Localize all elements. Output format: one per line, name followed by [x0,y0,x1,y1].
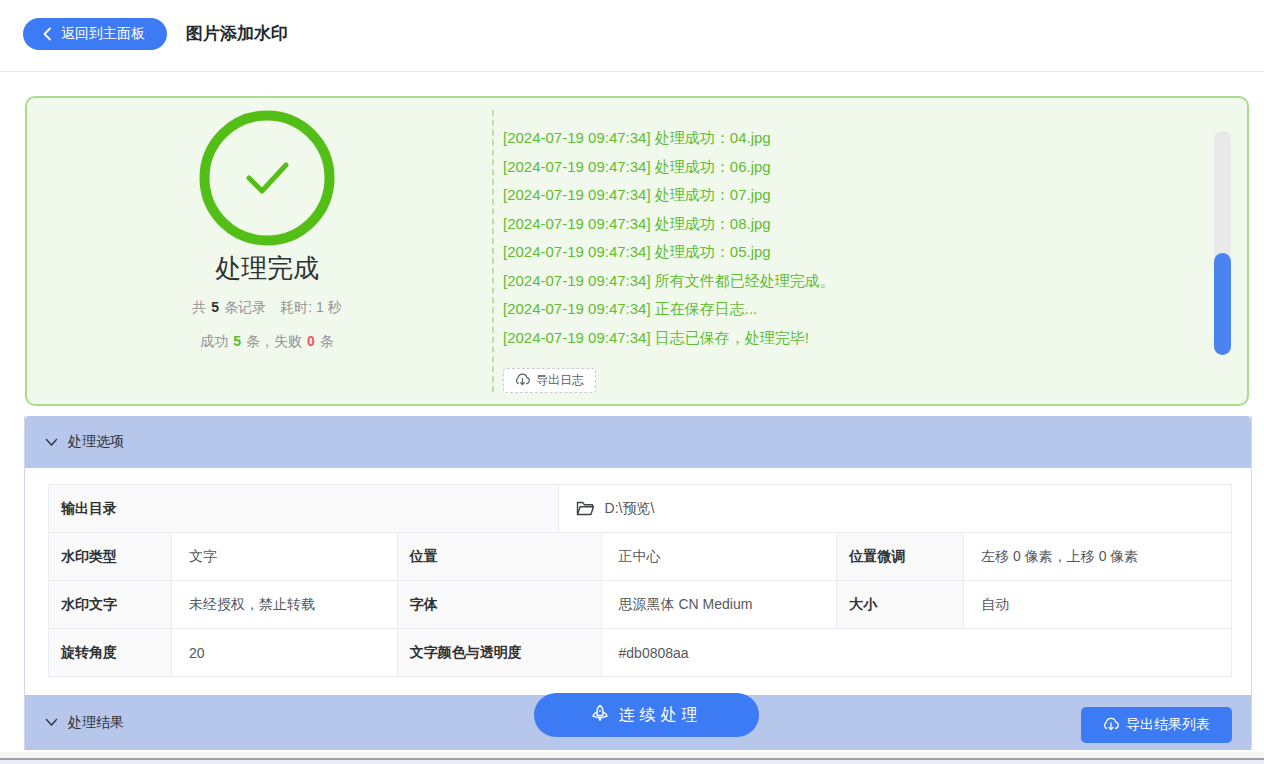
position-label: 位置 [398,533,602,581]
position-value: 正中心 [602,533,838,581]
log-line: [2024-07-19 09:47:34] 所有文件都已经处理完成。 [503,267,1203,296]
log-line: [2024-07-19 09:47:34] 处理成功：07.jpg [503,181,1203,210]
success-check-icon [199,110,335,246]
font-value: 思源黑体 CN Medium [602,581,838,629]
fail-count: 0 [302,333,320,349]
cloud-download-icon [515,373,530,389]
log-scrollbar-track[interactable] [1214,131,1231,355]
result-summary: 处理完成 共5条记录耗时: 1 秒 成功5条，失败0条 [27,98,507,404]
export-log-button[interactable]: 导出日志 [503,368,596,393]
back-to-dashboard-button[interactable]: 返回到主面板 [23,18,167,50]
bottom-strip [0,750,1264,764]
chevron-down-icon [45,718,58,727]
log-line: [2024-07-19 09:47:34] 日志已保存，处理完毕! [503,324,1203,353]
folder-icon [576,501,595,516]
table-row: 旋转角度 20 文字颜色与透明度 #db0808aa [49,629,1232,677]
result-panel: 处理完成 共5条记录耗时: 1 秒 成功5条，失败0条 [2024-07-19 … [25,96,1249,406]
collapse-container: 处理选项 输出目录 D:\预览\ 水印类型 文字 位置 正中 [24,416,1252,750]
section-header-results[interactable]: 处理结果 连续处理 导出结果列表 [25,695,1251,750]
output-dir-label: 输出目录 [49,485,559,533]
section-title-results: 处理结果 [68,714,124,732]
total-count: 5 [206,299,224,315]
color-opacity-label: 文字颜色与透明度 [398,629,602,677]
table-row: 水印文字 未经授权，禁止转载 字体 思源黑体 CN Medium 大小 自动 [49,581,1232,629]
export-results-label: 导出结果列表 [1126,716,1210,734]
elapsed-time: 耗时: 1 秒 [280,299,341,315]
continue-button-label: 连续处理 [619,705,703,726]
watermark-text-value: 未经授权，禁止转载 [172,581,398,629]
size-label: 大小 [837,581,964,629]
log-line: [2024-07-19 09:47:34] 正在保存日志... [503,295,1203,324]
font-label: 字体 [398,581,602,629]
log-list: [2024-07-19 09:47:34] 处理成功：04.jpg [2024-… [503,124,1203,352]
status-title: 处理完成 [27,251,507,285]
rotation-value: 20 [172,629,398,677]
page-title: 图片添加水印 [186,18,288,50]
color-opacity-value: #db0808aa [602,629,1232,677]
options-content: 输出目录 D:\预览\ 水印类型 文字 位置 正中心 位置微调 左移 0 像素，… [25,468,1251,695]
chevron-left-icon [42,27,52,41]
stats-success-line: 成功5条，失败0条 [27,331,507,351]
table-row: 输出目录 D:\预览\ [49,485,1232,533]
top-divider [0,71,1264,72]
rocket-icon [591,704,611,726]
watermark-type-value: 文字 [172,533,398,581]
table-row: 水印类型 文字 位置 正中心 位置微调 左移 0 像素，上移 0 像素 [49,533,1232,581]
position-offset-label: 位置微调 [837,533,964,581]
export-results-button[interactable]: 导出结果列表 [1081,707,1232,743]
back-button-label: 返回到主面板 [61,25,145,43]
chevron-down-icon [45,438,58,447]
position-offset-value: 左移 0 像素，上移 0 像素 [964,533,1232,581]
stats-total-line: 共5条记录耗时: 1 秒 [27,297,507,317]
log-line: [2024-07-19 09:47:34] 处理成功：08.jpg [503,210,1203,239]
log-scrollbar-thumb[interactable] [1214,253,1231,355]
success-count: 5 [228,333,246,349]
log-line: [2024-07-19 09:47:34] 处理成功：05.jpg [503,238,1203,267]
log-line: [2024-07-19 09:47:34] 处理成功：04.jpg [503,124,1203,153]
section-title-options: 处理选项 [68,433,124,451]
rotation-label: 旋转角度 [49,629,172,677]
page: 返回到主面板 图片添加水印 处理完成 共5条记录耗时: 1 秒 成功5条，失败0… [0,0,1264,764]
bottom-strip-shadow [0,760,1264,764]
export-log-label: 导出日志 [536,372,584,389]
continue-processing-button[interactable]: 连续处理 [534,693,759,737]
output-dir-value[interactable]: D:\预览\ [559,485,1232,533]
size-value: 自动 [964,581,1232,629]
watermark-type-label: 水印类型 [49,533,172,581]
log-line: [2024-07-19 09:47:34] 处理成功：06.jpg [503,153,1203,182]
panel-divider [492,110,494,392]
section-header-options[interactable]: 处理选项 [25,416,1251,468]
watermark-text-label: 水印文字 [49,581,172,629]
cloud-download-icon [1103,717,1119,734]
options-table: 输出目录 D:\预览\ 水印类型 文字 位置 正中心 位置微调 左移 0 像素，… [48,484,1232,677]
